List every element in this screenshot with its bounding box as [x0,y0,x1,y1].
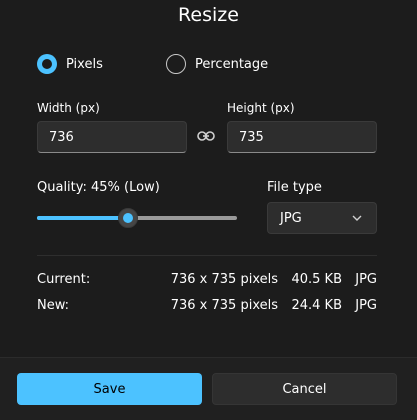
save-button[interactable]: Save [17,373,202,405]
new-format: JPG [355,298,377,313]
divider [37,255,377,256]
percentage-radio-label[interactable]: Percentage [195,57,268,72]
slider-fill [37,216,128,220]
new-size: 24.4 KB [291,298,342,313]
dialog-title: Resize [178,4,239,26]
percentage-radio[interactable]: Percentage [166,54,268,74]
width-input[interactable] [37,121,187,153]
pixels-radio[interactable]: Pixels [37,54,103,74]
percentage-radio-indicator[interactable] [166,54,186,74]
chevron-down-icon [352,215,362,221]
current-label: Current: [37,272,91,287]
new-label: New: [37,298,70,313]
current-size: 40.5 KB [291,272,342,287]
current-dimensions: 736 x 735 pixels [170,272,278,287]
link-icon[interactable] [197,129,215,143]
pixels-radio-indicator[interactable] [37,54,57,74]
width-label: Width (px) [37,101,100,115]
cancel-button[interactable]: Cancel [212,373,397,405]
pixels-radio-label[interactable]: Pixels [66,57,103,72]
height-input[interactable] [227,121,377,153]
file-type-value: JPG [280,210,302,226]
current-info-row: Current: 736 x 735 pixels 40.5 KB JPG [37,272,377,290]
current-format: JPG [355,272,377,287]
new-info-row: New: 736 x 735 pixels 24.4 KB JPG [37,298,377,316]
file-type-dropdown[interactable]: JPG [267,202,377,234]
quality-label: Quality: 45% (Low) [37,180,160,195]
resize-dialog: Resize Pixels Percentage Width (px) Heig… [0,0,417,420]
file-type-label: File type [267,180,322,195]
height-label: Height (px) [227,101,295,115]
new-dimensions: 736 x 735 pixels [170,298,278,313]
quality-slider[interactable] [37,208,237,228]
slider-thumb[interactable] [118,208,138,228]
